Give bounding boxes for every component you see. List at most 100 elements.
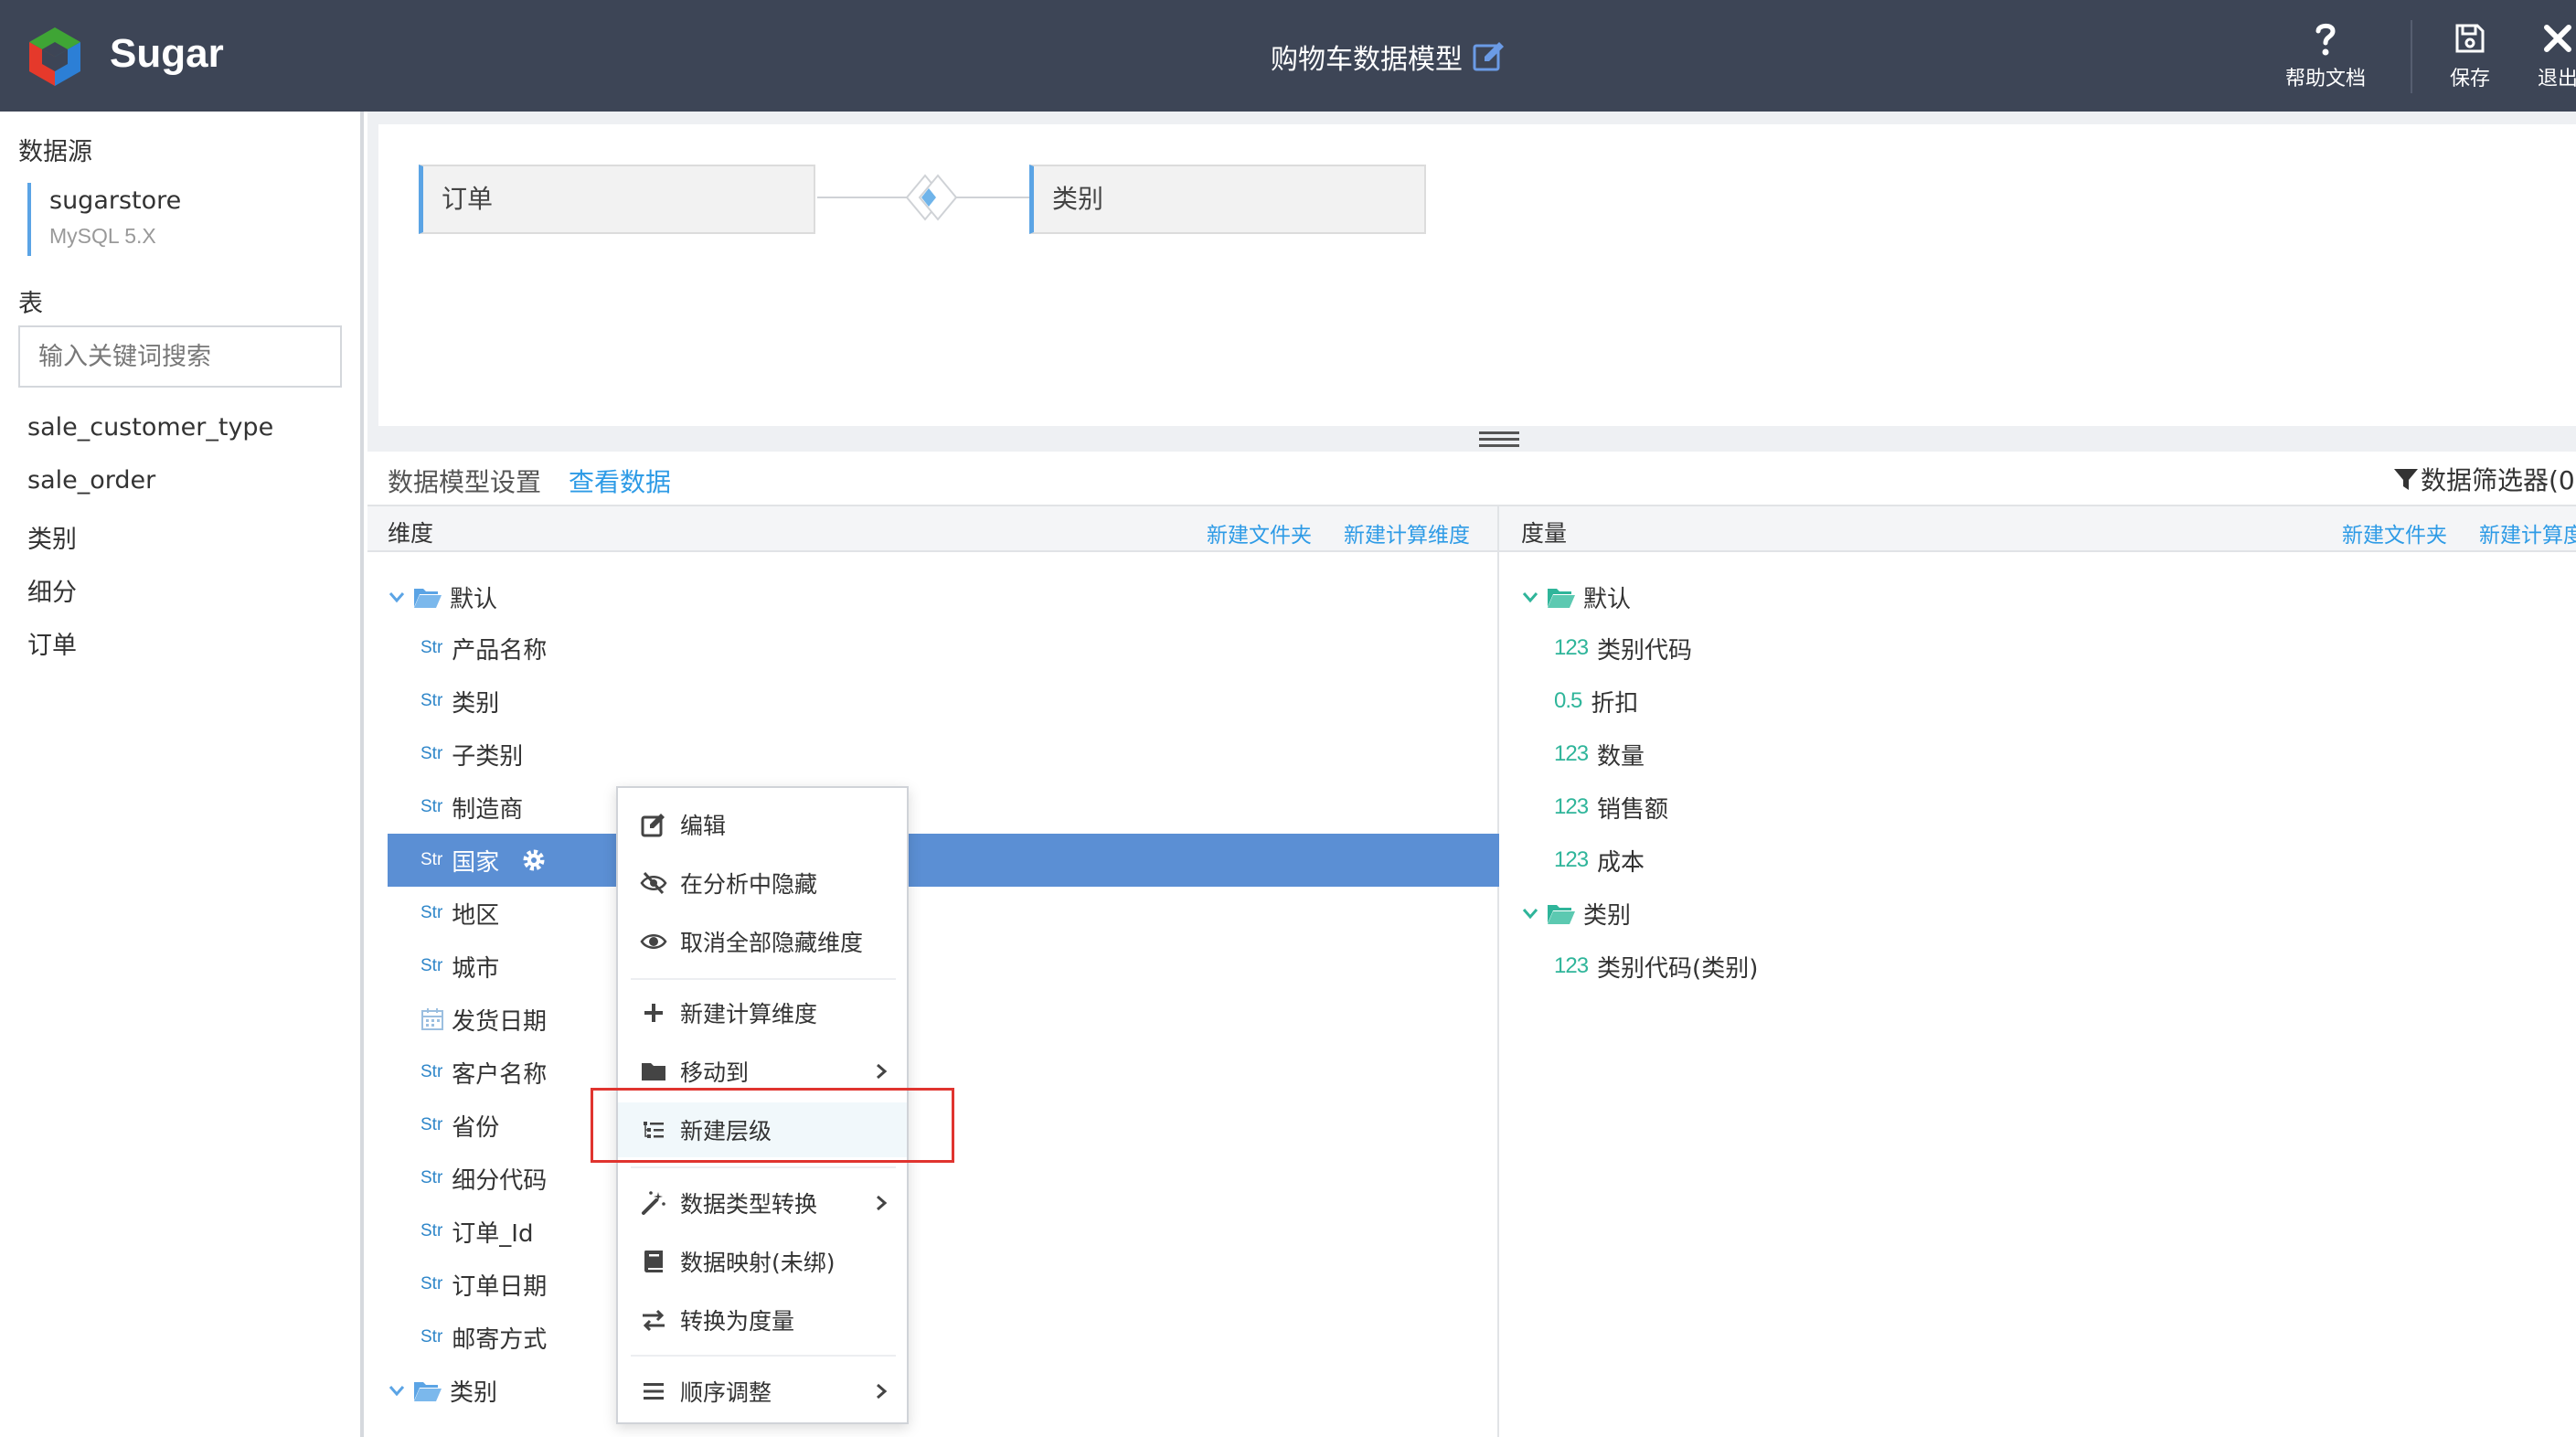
- save-button[interactable]: 保存: [2450, 20, 2490, 93]
- menu-item-label: 新建计算维度: [680, 1001, 818, 1027]
- menu-separator: [631, 1355, 896, 1357]
- exit-label: 退出: [2538, 68, 2576, 90]
- measure-item[interactable]: 123 数量: [1554, 728, 1645, 781]
- measure-item[interactable]: 123 成本: [1554, 834, 1645, 887]
- dimension-label: 省份: [452, 1113, 500, 1142]
- join-connector-icon[interactable]: [817, 168, 1031, 227]
- edit-title-icon[interactable]: [1472, 39, 1506, 74]
- dimension-label: 发货日期: [452, 1007, 548, 1036]
- measure-label: 销售额: [1597, 795, 1669, 824]
- dimension-item[interactable]: Str 客户名称: [420, 1046, 547, 1099]
- measure-item[interactable]: 123 类别代码(类别): [1554, 940, 1758, 993]
- menu-item-convert-to-measure[interactable]: 转换为度量: [618, 1293, 907, 1347]
- table-node-category[interactable]: 类别: [1029, 165, 1426, 234]
- dimension-label: 国家: [452, 848, 500, 877]
- menu-item-hide-in-analysis[interactable]: 在分析中隐藏: [618, 856, 907, 910]
- measure-item[interactable]: 123 类别代码: [1554, 622, 1692, 675]
- highlight-box: [591, 1088, 954, 1163]
- measure-item[interactable]: 0.5 折扣: [1554, 675, 1638, 728]
- edit-icon: [641, 814, 665, 837]
- calendar-icon: [421, 1008, 443, 1030]
- folder-label: 类别: [1583, 901, 1632, 930]
- menu-item-order-adjust[interactable]: 顺序调整: [618, 1364, 907, 1419]
- save-label: 保存: [2450, 68, 2491, 90]
- dimension-folder-category[interactable]: 类别: [388, 1364, 497, 1417]
- menu-item-data-mapping[interactable]: 数据映射(未绑): [618, 1234, 907, 1289]
- menu-item-label: 转换为度量: [680, 1308, 795, 1335]
- measure-label: 数量: [1597, 742, 1645, 771]
- string-type-icon: Str: [420, 1115, 443, 1134]
- dimension-item[interactable]: Str 城市: [420, 940, 499, 993]
- tab-view-data[interactable]: 查看数据: [569, 463, 671, 499]
- table-item[interactable]: 细分: [27, 572, 77, 608]
- dimension-item[interactable]: Str 订单_Id: [420, 1205, 533, 1258]
- dimension-item[interactable]: 发货日期: [420, 993, 547, 1046]
- chevron-down-icon: [389, 592, 405, 603]
- chevron-down-icon: [1522, 909, 1538, 920]
- table-item[interactable]: 订单: [27, 625, 77, 661]
- column-divider: [1497, 505, 1499, 1437]
- number-type-icon: 123: [1554, 741, 1589, 766]
- measure-new-folder-button[interactable]: 新建文件夹: [2342, 517, 2447, 548]
- dimension-item[interactable]: Str 产品名称: [420, 622, 547, 675]
- string-type-icon: Str: [420, 638, 443, 657]
- datasource-name: sugarstore: [49, 186, 182, 215]
- resize-handle-icon[interactable]: [1479, 430, 1519, 448]
- number-type-icon: 123: [1554, 953, 1589, 978]
- string-type-icon: Str: [420, 903, 443, 922]
- menu-item-unhide-all[interactable]: 取消全部隐藏维度: [618, 914, 907, 969]
- datasource-type: MySQL 5.X: [49, 224, 156, 248]
- table-search-input[interactable]: [18, 325, 342, 388]
- menu-item-edit[interactable]: 编辑: [618, 797, 907, 852]
- app-header: Sugar 购物车数据模型 帮助文档 保存 退出: [0, 0, 2576, 112]
- dimension-item-selected[interactable]: Str 国家: [388, 834, 1499, 887]
- page-title-group: 购物车数据模型: [1271, 37, 1506, 77]
- measure-folder-default[interactable]: 默认: [1521, 570, 1631, 623]
- magic-wand-icon: [642, 1191, 665, 1215]
- folder-label: 默认: [450, 585, 498, 613]
- dimension-item[interactable]: Str 地区: [420, 887, 499, 940]
- dimension-label: 子类别: [452, 742, 524, 771]
- data-filter-button[interactable]: 数据筛选器(0: [2393, 461, 2575, 497]
- dimension-item[interactable]: Str 省份: [420, 1099, 499, 1152]
- dimension-item[interactable]: Str 子类别: [420, 728, 523, 781]
- measure-item[interactable]: 123 销售额: [1554, 781, 1668, 834]
- dimension-item[interactable]: Str 类别: [420, 675, 499, 728]
- dimension-item-country[interactable]: Str 国家: [420, 834, 547, 887]
- table-item[interactable]: sale_customer_type: [27, 413, 273, 442]
- string-type-icon: Str: [420, 1062, 443, 1081]
- chevron-down-icon: [389, 1386, 405, 1397]
- dimension-folder-default[interactable]: 默认: [388, 570, 497, 623]
- dimension-label: 订单日期: [452, 1272, 548, 1301]
- dimension-new-folder-button[interactable]: 新建文件夹: [1207, 517, 1312, 548]
- measure-label: 类别代码: [1597, 636, 1693, 665]
- dimension-item[interactable]: Str 邮寄方式: [420, 1311, 547, 1364]
- tab-model-settings[interactable]: 数据模型设置: [388, 463, 541, 499]
- dimension-item[interactable]: Str 订单日期: [420, 1258, 547, 1311]
- string-type-icon: Str: [420, 797, 443, 816]
- menu-item-label: 编辑: [680, 813, 727, 839]
- measure-new-calc-button[interactable]: 新建计算度: [2479, 517, 2576, 548]
- chevron-right-icon: [877, 1063, 888, 1080]
- menu-item-new-calc-dimension[interactable]: 新建计算维度: [618, 985, 907, 1040]
- table-item[interactable]: 类别: [27, 519, 77, 555]
- dimension-label: 制造商: [452, 795, 524, 824]
- dimension-item[interactable]: Str 细分代码: [420, 1152, 547, 1205]
- help-docs-button[interactable]: 帮助文档: [2285, 20, 2366, 93]
- menu-item-data-type-convert[interactable]: 数据类型转换: [618, 1176, 907, 1230]
- folder-open-icon: [414, 1382, 442, 1401]
- data-filter-label: 数据筛选器(0: [2421, 465, 2575, 495]
- measure-folder-category[interactable]: 类别: [1521, 887, 1631, 940]
- datasource-card[interactable]: sugarstore MySQL 5.X: [27, 183, 329, 256]
- exit-button[interactable]: 退出: [2538, 20, 2576, 93]
- dimension-label: 邮寄方式: [452, 1325, 548, 1354]
- gear-icon[interactable]: [521, 847, 547, 873]
- table-item[interactable]: sale_order: [27, 466, 155, 495]
- dimension-label: 城市: [452, 954, 500, 983]
- help-docs-label: 帮助文档: [2285, 68, 2367, 90]
- dimension-label: 地区: [452, 901, 500, 930]
- dimension-item[interactable]: Str 制造商: [420, 781, 523, 834]
- string-type-icon: Str: [420, 956, 443, 975]
- dimension-new-calc-button[interactable]: 新建计算维度: [1344, 517, 1470, 548]
- table-node-orders[interactable]: 订单: [419, 165, 815, 234]
